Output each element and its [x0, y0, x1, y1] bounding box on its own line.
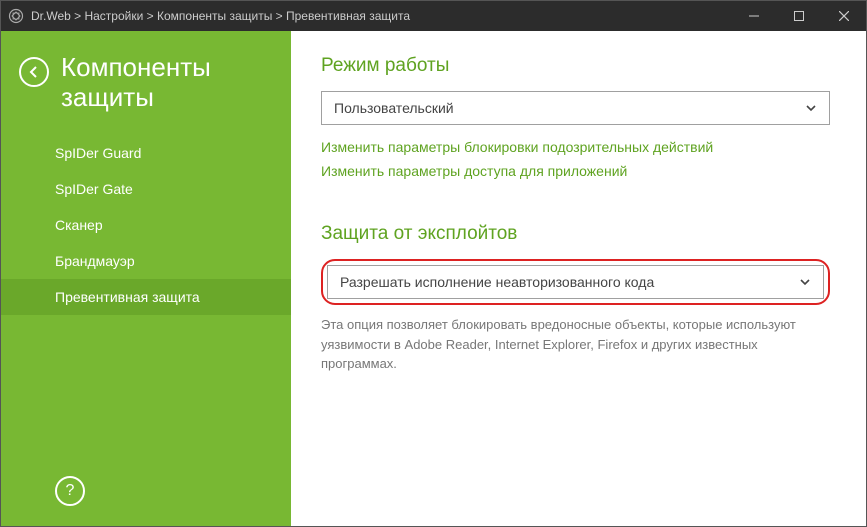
sidebar-item-firewall[interactable]: Брандмауэр [1, 243, 291, 279]
sidebar-item-scanner[interactable]: Сканер [1, 207, 291, 243]
mode-dropdown[interactable]: Пользовательский [321, 91, 830, 125]
back-button[interactable] [19, 57, 49, 87]
sidebar-item-label: SpIDer Gate [55, 181, 133, 197]
exploit-callout: Разрешать исполнение неавторизованного к… [321, 259, 830, 305]
sidebar-item-label: SpIDer Guard [55, 145, 141, 161]
sidebar-item-preventive[interactable]: Превентивная защита [1, 279, 291, 315]
maximize-button[interactable] [776, 1, 821, 31]
chevron-down-icon [799, 276, 811, 288]
sidebar-item-label: Брандмауэр [55, 253, 135, 269]
exploit-dropdown[interactable]: Разрешать исполнение неавторизованного к… [327, 265, 824, 299]
chevron-down-icon [805, 102, 817, 114]
link-block-params[interactable]: Изменить параметры блокировки подозрител… [321, 139, 830, 155]
sidebar: Компоненты защиты SpIDer Guard SpIDer Ga… [1, 31, 291, 526]
help-button[interactable]: ? [55, 476, 85, 506]
sidebar-item-spider-guard[interactable]: SpIDer Guard [1, 135, 291, 171]
app-icon [7, 7, 25, 25]
mode-heading: Режим работы [321, 55, 830, 77]
breadcrumb: Dr.Web > Настройки > Компоненты защиты >… [31, 9, 731, 23]
exploit-heading: Защита от эксплойтов [321, 223, 830, 245]
content: Режим работы Пользовательский Изменить п… [291, 31, 866, 526]
minimize-button[interactable] [731, 1, 776, 31]
sidebar-item-label: Превентивная защита [55, 289, 200, 305]
titlebar: Dr.Web > Настройки > Компоненты защиты >… [1, 1, 866, 31]
sidebar-item-label: Сканер [55, 217, 103, 233]
sidebar-title: Компоненты защиты [61, 53, 273, 113]
link-access-params[interactable]: Изменить параметры доступа для приложени… [321, 163, 830, 179]
exploit-selected: Разрешать исполнение неавторизованного к… [340, 274, 654, 290]
mode-selected: Пользовательский [334, 100, 454, 116]
sidebar-item-spider-gate[interactable]: SpIDer Gate [1, 171, 291, 207]
exploit-description: Эта опция позволяет блокировать вредонос… [321, 315, 830, 374]
close-button[interactable] [821, 1, 866, 31]
